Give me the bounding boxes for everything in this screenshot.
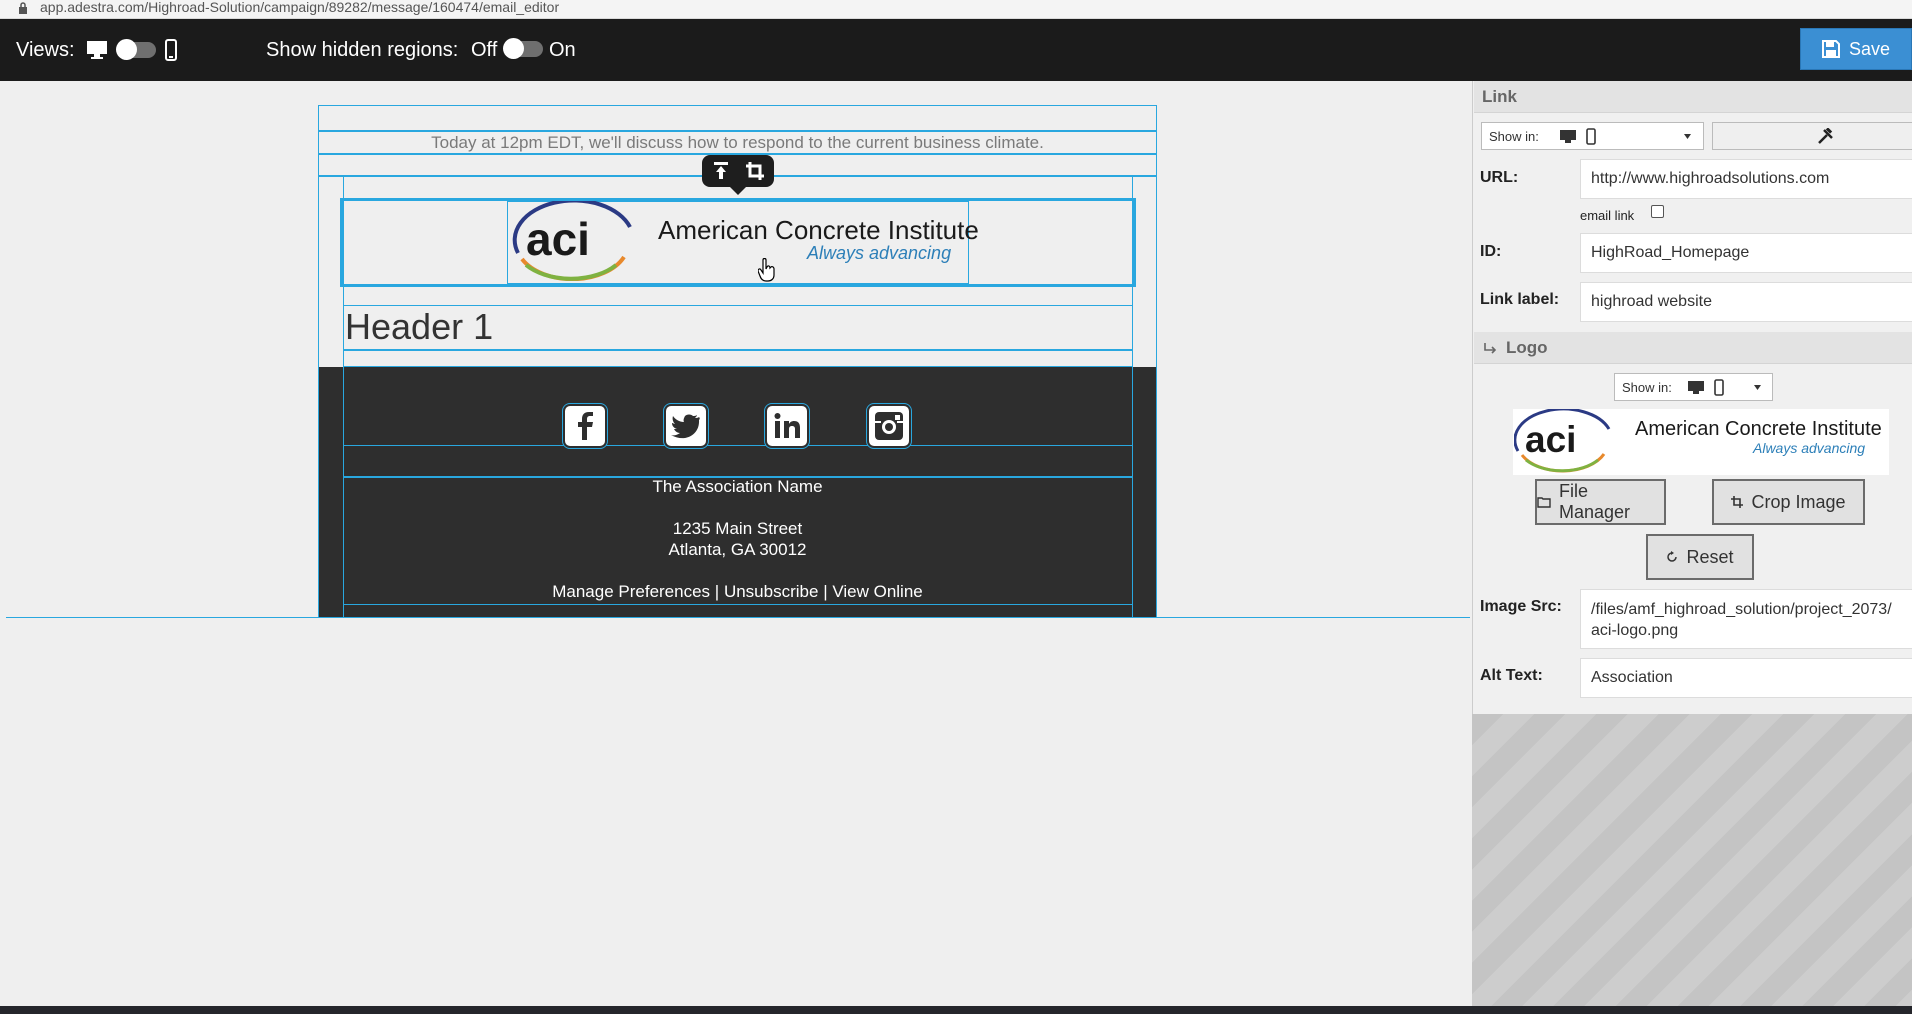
link-tools-button[interactable] — [1712, 122, 1912, 150]
save-button-label: Save — [1848, 38, 1891, 59]
image-src-textarea[interactable]: /files/amf_highroad_solution/project_207… — [1580, 589, 1912, 649]
logo-preview: aci American Concrete Institute Always a… — [1513, 409, 1889, 475]
logo-tagline: Always advancing — [1753, 440, 1866, 456]
spacer-region — [343, 445, 1133, 477]
address-url[interactable]: app.adestra.com/Highroad-Solution/campai… — [40, 0, 559, 14]
hidden-regions-off-label: Off — [471, 39, 498, 61]
hidden-regions-toggle[interactable] — [503, 38, 543, 59]
mobile-view-icon[interactable] — [164, 39, 178, 61]
preheader-text[interactable]: Today at 12pm EDT, we'll discuss how to … — [318, 133, 1157, 153]
alt-text-label: Alt Text: — [1480, 667, 1543, 684]
footer-links: Manage Preferences | Unsubscribe | View … — [318, 582, 1157, 602]
logo-org-name: American Concrete Institute — [1635, 418, 1882, 440]
image-src-label: Image Src: — [1480, 598, 1562, 615]
image-src-line1: /files/amf_highroad_solution/project_207… — [1591, 601, 1892, 618]
twitter-icon[interactable] — [666, 406, 706, 446]
id-label: ID: — [1480, 243, 1502, 260]
chevron-down-icon — [1754, 385, 1761, 390]
desktop-icon — [1560, 130, 1576, 143]
email-link-checkbox[interactable] — [1651, 205, 1664, 218]
os-taskbar — [0, 1006, 1912, 1014]
aci-logo-mark: aci — [512, 201, 632, 281]
instagram-icon[interactable] — [869, 406, 909, 446]
desktop-view-icon[interactable] — [86, 40, 108, 60]
properties-panel-content: Link Show in: URL: http://www.highroadso… — [1472, 81, 1912, 714]
move-to-top-icon[interactable] — [713, 162, 729, 180]
image-src-line2: aci-logo.png — [1591, 622, 1679, 639]
reset-icon — [1667, 551, 1678, 562]
tools-icon — [1818, 128, 1833, 144]
show-hidden-regions-label: Show hidden regions: — [266, 39, 459, 61]
footer-address-line1: 1235 Main Street — [672, 519, 803, 538]
view-online-link[interactable]: View Online — [832, 582, 922, 601]
footer-separator: | — [823, 582, 828, 601]
link-show-in-dropdown[interactable]: Show in: — [1481, 122, 1704, 150]
mobile-icon — [1586, 128, 1596, 145]
reset-button[interactable]: Reset — [1646, 534, 1754, 580]
hidden-regions-on-label: On — [549, 39, 576, 61]
lock-icon — [19, 2, 27, 14]
address-bar: app.adestra.com/Highroad-Solution/campai… — [0, 0, 1912, 19]
popover-arrow — [730, 187, 746, 195]
show-in-label: Show in: — [1622, 380, 1672, 395]
spacer-region — [343, 350, 1133, 367]
link-label-input[interactable]: highroad website — [1580, 282, 1912, 322]
url-input[interactable]: http://www.highroadsolutions.com — [1580, 159, 1912, 199]
logo-section-header: Logo — [1474, 332, 1912, 364]
canvas-baseline — [6, 617, 1470, 618]
logo-show-in-dropdown[interactable]: Show in: — [1614, 373, 1773, 401]
email-header-text[interactable]: Header 1 — [345, 306, 493, 348]
views-label: Views: — [16, 39, 75, 61]
reset-label: Reset — [1686, 546, 1734, 567]
url-label: URL: — [1480, 169, 1519, 186]
alt-text-input[interactable]: Association — [1580, 658, 1912, 698]
show-in-label: Show in: — [1489, 129, 1539, 144]
toggle-knob — [116, 39, 137, 60]
save-button[interactable]: Save — [1800, 28, 1912, 70]
footer-org-name: The Association Name — [652, 477, 823, 496]
crop-image-button[interactable]: Crop Image — [1712, 479, 1865, 525]
editor-toolbar: Views: Show hidden regions: Off On Save — [0, 19, 1912, 81]
link-label-label: Link label: — [1480, 291, 1560, 308]
logo-org-name: American Concrete Institute — [658, 215, 979, 245]
manage-preferences-link[interactable]: Manage Preferences — [552, 582, 710, 601]
facebook-icon[interactable] — [565, 406, 605, 446]
unsubscribe-link[interactable]: Unsubscribe — [724, 582, 819, 601]
crop-image-label: Crop Image — [1751, 491, 1846, 512]
email-link-label: email link — [1580, 208, 1635, 223]
subitem-arrow-icon — [1484, 343, 1497, 354]
id-input[interactable]: HighRoad_Homepage — [1580, 233, 1912, 273]
logo-mark-text: aci — [526, 213, 590, 265]
views-toggle[interactable] — [116, 39, 156, 60]
hand-cursor-icon — [758, 258, 775, 282]
link-section-header: Link — [1474, 81, 1912, 113]
desktop-icon — [1688, 381, 1704, 394]
crop-icon — [1731, 496, 1744, 508]
aci-logo-mark: aci — [1514, 409, 1611, 473]
footer-separator: | — [714, 582, 720, 601]
file-manager-button[interactable]: File Manager — [1535, 479, 1666, 525]
toggle-knob — [503, 38, 524, 59]
floppy-disk-icon — [1821, 40, 1840, 58]
file-manager-label: File Manager — [1559, 481, 1631, 522]
mobile-icon — [1714, 379, 1724, 396]
chevron-down-icon — [1684, 134, 1691, 139]
email-logo[interactable]: aci American Concrete Institute Always a… — [510, 201, 979, 284]
region-guide — [318, 130, 1157, 132]
logo-mark-text: aci — [1525, 419, 1576, 460]
linkedin-icon[interactable] — [767, 406, 807, 446]
logo-tagline: Always advancing — [807, 243, 952, 263]
folder-icon — [1537, 497, 1551, 508]
footer-address-line2: Atlanta, GA 30012 — [668, 540, 807, 559]
block-tools-popover — [702, 155, 774, 195]
crop-icon[interactable] — [746, 162, 764, 180]
panel-empty-area — [1472, 714, 1912, 1006]
